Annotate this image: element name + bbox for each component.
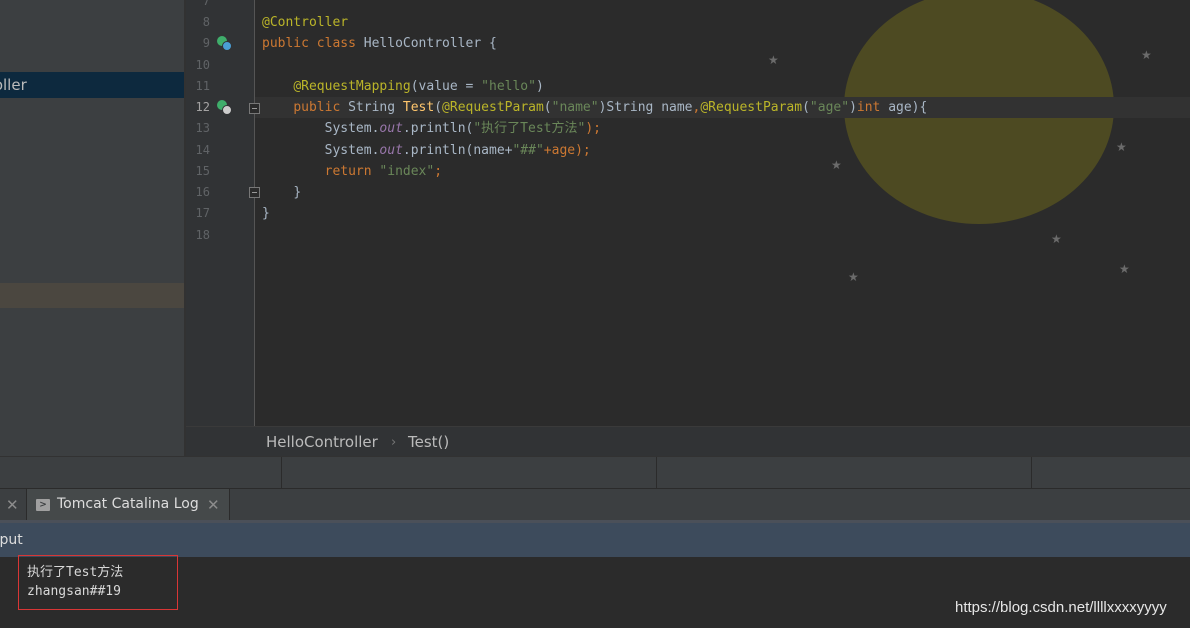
close-icon[interactable]: ✕	[6, 496, 19, 514]
star-decoration: ★	[1141, 48, 1152, 62]
project-tree-item-controller[interactable]: roller	[0, 72, 184, 98]
line-number: 9	[202, 36, 210, 50]
project-panel: roller	[0, 0, 184, 456]
code-line: @RequestMapping(value = "hello")	[293, 79, 544, 94]
line-number: 8	[202, 15, 210, 29]
star-decoration: ★	[848, 270, 859, 284]
star-decoration: ★	[1116, 140, 1127, 154]
line-number: 16	[195, 185, 210, 199]
project-tree-item-label: roller	[0, 76, 27, 94]
project-tree-highlight-row[interactable]	[0, 283, 184, 308]
code-line: }	[293, 185, 302, 200]
code-line: }	[262, 206, 270, 221]
output-header-label: tput	[0, 532, 23, 548]
line-number: 17	[195, 206, 210, 220]
line-number: 14	[195, 143, 210, 157]
watermark: https://blog.csdn.net/llllxxxxyyyy	[955, 599, 1167, 616]
strip-divider	[656, 457, 657, 489]
terminal-icon: >	[36, 499, 50, 511]
close-icon[interactable]: ✕	[207, 496, 220, 514]
star-decoration: ★	[1119, 262, 1130, 276]
strip-divider	[1031, 457, 1032, 489]
star-decoration: ★	[768, 53, 779, 67]
request-mapping-icon[interactable]	[217, 100, 232, 115]
strip-divider	[281, 457, 282, 489]
line-number: 12	[195, 100, 210, 114]
code-line: @Controller	[262, 15, 349, 30]
console-line: zhangsan##19	[27, 584, 121, 599]
breadcrumb-class[interactable]: HelloController	[266, 433, 378, 451]
line-number: 15	[195, 164, 210, 178]
fold-icon[interactable]	[249, 103, 260, 114]
console-output[interactable]	[0, 557, 1190, 628]
code-line: public String Test(@RequestParam("name")…	[293, 100, 928, 115]
tab-label: Tomcat Catalina Log	[57, 496, 199, 512]
code-line: public class HelloController {	[262, 36, 497, 51]
breadcrumb-method[interactable]: Test()	[408, 433, 449, 451]
tab-tomcat-catalina-log[interactable]: > Tomcat Catalina Log ✕	[26, 489, 230, 521]
console-line: 执行了Test方法	[27, 565, 124, 580]
star-decoration: ★	[1051, 232, 1062, 246]
line-number: 10	[195, 58, 210, 72]
output-header[interactable]: tput	[0, 523, 1190, 557]
gutter-separator	[254, 0, 255, 426]
code-line: System.out.println(name+"##"+age);	[324, 143, 591, 158]
line-number: 7	[202, 0, 210, 8]
line-number: 13	[195, 121, 210, 135]
spring-bean-icon[interactable]	[217, 36, 232, 51]
star-decoration: ★	[831, 158, 842, 172]
breadcrumb: HelloController › Test()	[186, 426, 1190, 457]
code-editor[interactable]: ★ ★ ★ ★ ★ ★ ★ 7 8 9 10 11 12 13 14 15 16…	[186, 0, 1190, 426]
line-number: 18	[195, 228, 210, 242]
run-tab-bar: ✕ > Tomcat Catalina Log ✕	[0, 488, 1190, 521]
breadcrumb-separator: ›	[391, 435, 397, 450]
fold-icon[interactable]	[249, 187, 260, 198]
line-number: 11	[195, 79, 210, 93]
code-line: System.out.println("执行了Test方法");	[324, 121, 601, 136]
code-line: return "index";	[324, 164, 443, 179]
tool-strip	[0, 456, 1190, 489]
